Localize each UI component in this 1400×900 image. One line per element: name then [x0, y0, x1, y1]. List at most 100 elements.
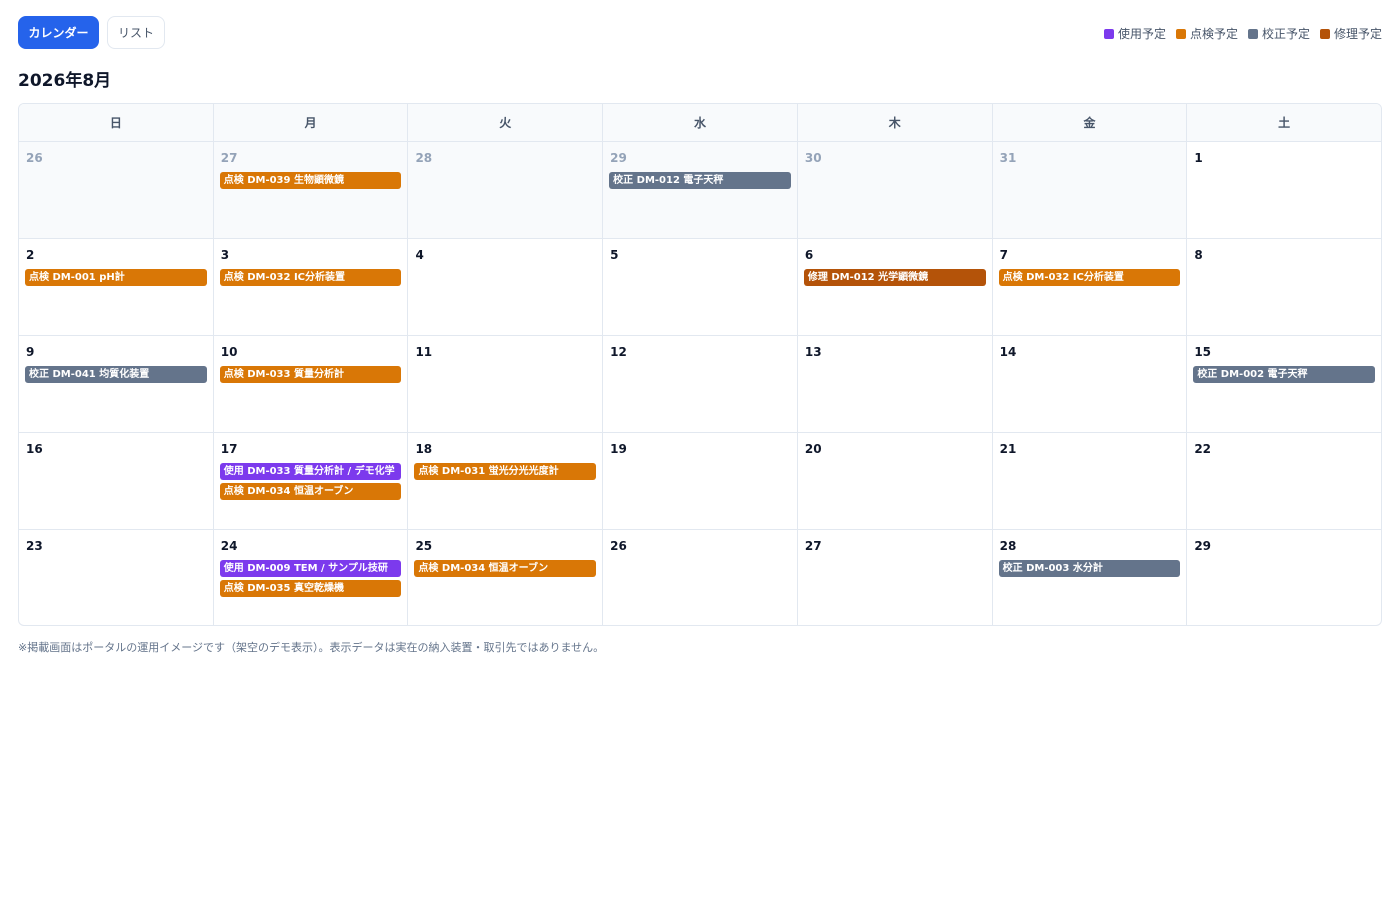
legend-item-inspect: 点検予定: [1175, 25, 1238, 42]
day-cell[interactable]: 6 修理 DM-012 光学顕微鏡: [798, 239, 993, 335]
day-number: 3: [220, 248, 230, 262]
day-cell[interactable]: 17 使用 DM-033 質量分析計 / デモ化学 点検 DM-034 恒温オーブン: [214, 433, 409, 529]
event-inspect[interactable]: 点検 DM-033 質量分析計: [219, 366, 402, 383]
day-cell[interactable]: 28: [408, 142, 604, 238]
day-number: 17: [220, 442, 238, 456]
event-calib[interactable]: 校正 DM-002 電子天秤: [1193, 366, 1376, 383]
legend: 使用予定 点検予定 校正予定 修理予定: [1103, 25, 1382, 42]
calendar-week: 26 27 点検 DM-039 生物顕微鏡 28 29 校正 DM-012 電子天秤 30 3…: [19, 142, 1381, 239]
day-cell[interactable]: 22: [1187, 433, 1381, 529]
day-cell[interactable]: 31: [992, 142, 1188, 238]
day-cell[interactable]: 26: [19, 142, 214, 238]
day-cell[interactable]: 24 使用 DM-009 TEM / サンプル技研 点検 DM-035 真空乾燥機: [214, 530, 409, 625]
day-number: 12: [610, 345, 627, 359]
day-events: 点検 DM-033 質量分析計: [219, 366, 402, 383]
day-number: 4: [415, 248, 424, 262]
day-number: 28: [999, 539, 1017, 553]
day-cell[interactable]: 13: [798, 336, 993, 432]
month-title: 2026年8月: [18, 71, 112, 91]
weekday-wed: 水: [603, 104, 798, 141]
day-cell[interactable]: 25 点検 DM-034 恒温オーブン: [408, 530, 604, 625]
event-inspect[interactable]: 点検 DM-039 生物顕微鏡: [219, 172, 402, 189]
calendar-view-button[interactable]: カレンダー: [18, 16, 99, 49]
day-number: 18: [415, 442, 433, 456]
day-cell[interactable]: 18 点検 DM-031 蛍光分光光度計: [408, 433, 604, 529]
event-calib[interactable]: 校正 DM-003 水分計: [998, 560, 1181, 577]
day-cell[interactable]: 14: [993, 336, 1188, 432]
day-cell[interactable]: 15 校正 DM-002 電子天秤: [1187, 336, 1381, 432]
calendar-week: 2 点検 DM-001 pH計 3 点検 DM-032 IC分析装置 4 5 6 修理 DM-…: [19, 239, 1381, 336]
day-cell[interactable]: 29: [1187, 530, 1381, 625]
day-number: 13: [804, 345, 822, 359]
event-inspect[interactable]: 点検 DM-032 IC分析装置: [998, 269, 1181, 286]
day-cell[interactable]: 11: [408, 336, 604, 432]
day-events: 使用 DM-009 TEM / サンプル技研 点検 DM-035 真空乾燥機: [219, 560, 402, 597]
day-cell[interactable]: 26: [603, 530, 798, 625]
event-inspect[interactable]: 点検 DM-031 蛍光分光光度計: [414, 463, 597, 480]
day-number: 19: [610, 442, 627, 456]
day-cell[interactable]: 7 点検 DM-032 IC分析装置: [993, 239, 1188, 335]
legend-swatch-calibration: [1247, 28, 1258, 39]
day-cell[interactable]: 29 校正 DM-012 電子天秤: [603, 142, 798, 238]
event-use[interactable]: 使用 DM-009 TEM / サンプル技研: [219, 560, 402, 577]
day-cell[interactable]: 21: [993, 433, 1188, 529]
event-repair[interactable]: 修理 DM-012 光学顕微鏡: [803, 269, 986, 286]
day-cell[interactable]: 28 校正 DM-003 水分計: [993, 530, 1188, 625]
calendar-week: 9 校正 DM-041 均質化装置 10 点検 DM-033 質量分析計 11 12 13 1…: [19, 336, 1381, 433]
day-number: 6: [804, 248, 814, 262]
list-view-button[interactable]: リスト: [107, 16, 165, 49]
day-events: 点検 DM-001 pH計: [25, 269, 207, 286]
day-number: 9: [26, 345, 35, 359]
day-number: 26: [26, 151, 43, 165]
day-cell[interactable]: 30: [797, 142, 993, 238]
day-events: 点検 DM-039 生物顕微鏡: [219, 172, 402, 189]
weekday-tue: 火: [408, 104, 604, 141]
day-cell[interactable]: 2 点検 DM-001 pH計: [19, 239, 214, 335]
event-inspect[interactable]: 点検 DM-034 恒温オーブン: [414, 560, 597, 577]
day-number: 8: [1194, 248, 1203, 262]
event-calib[interactable]: 校正 DM-041 均質化装置: [25, 366, 207, 383]
day-cell[interactable]: 9 校正 DM-041 均質化装置: [19, 336, 214, 432]
legend-item-repair: 修理予定: [1319, 25, 1382, 42]
day-cell[interactable]: 27: [798, 530, 993, 625]
legend-item-use: 使用予定: [1103, 25, 1166, 42]
day-number: 14: [999, 345, 1017, 359]
event-inspect[interactable]: 点検 DM-034 恒温オーブン: [219, 483, 402, 500]
day-number: 21: [999, 442, 1017, 456]
day-number: 7: [999, 248, 1008, 262]
event-inspect[interactable]: 点検 DM-032 IC分析装置: [219, 269, 402, 286]
event-use[interactable]: 使用 DM-033 質量分析計 / デモ化学: [219, 463, 402, 480]
event-inspect[interactable]: 点検 DM-001 pH計: [25, 269, 207, 286]
legend-label-repair: 修理予定: [1333, 27, 1382, 41]
calendar-week: 16 17 使用 DM-033 質量分析計 / デモ化学 点検 DM-034 恒温オー…: [19, 433, 1381, 530]
event-inspect[interactable]: 点検 DM-035 真空乾燥機: [219, 580, 402, 597]
day-cell[interactable]: 3 点検 DM-032 IC分析装置: [214, 239, 409, 335]
day-cell[interactable]: 5: [603, 239, 798, 335]
calendar-week: 23 24 使用 DM-009 TEM / サンプル技研 点検 DM-035 真空乾燥…: [19, 530, 1381, 625]
day-number: 11: [415, 345, 433, 359]
day-cell[interactable]: 20: [798, 433, 993, 529]
day-number: 27: [220, 151, 238, 165]
day-cell[interactable]: 16: [19, 433, 214, 529]
weekday-fri: 金: [993, 104, 1188, 141]
day-number: 29: [610, 151, 627, 165]
day-cell[interactable]: 8: [1187, 239, 1381, 335]
day-cell[interactable]: 1: [1187, 142, 1381, 238]
event-calib[interactable]: 校正 DM-012 電子天秤: [609, 172, 791, 189]
day-number: 26: [610, 539, 627, 553]
day-cell[interactable]: 23: [19, 530, 214, 625]
day-number: 20: [804, 442, 822, 456]
day-cell[interactable]: 19: [603, 433, 798, 529]
day-cell[interactable]: 27 点検 DM-039 生物顕微鏡: [213, 142, 409, 238]
day-number: 28: [415, 151, 433, 165]
day-number: 5: [610, 248, 619, 262]
day-number: 15: [1194, 345, 1212, 359]
day-number: 24: [220, 539, 238, 553]
day-cell[interactable]: 4: [408, 239, 604, 335]
day-cell[interactable]: 12: [603, 336, 798, 432]
day-number: 2: [26, 248, 35, 262]
legend-item-calibration: 校正予定: [1247, 25, 1310, 42]
weekday-mon: 月: [214, 104, 409, 141]
day-events: 使用 DM-033 質量分析計 / デモ化学 点検 DM-034 恒温オーブン: [219, 463, 402, 500]
day-cell[interactable]: 10 点検 DM-033 質量分析計: [214, 336, 409, 432]
